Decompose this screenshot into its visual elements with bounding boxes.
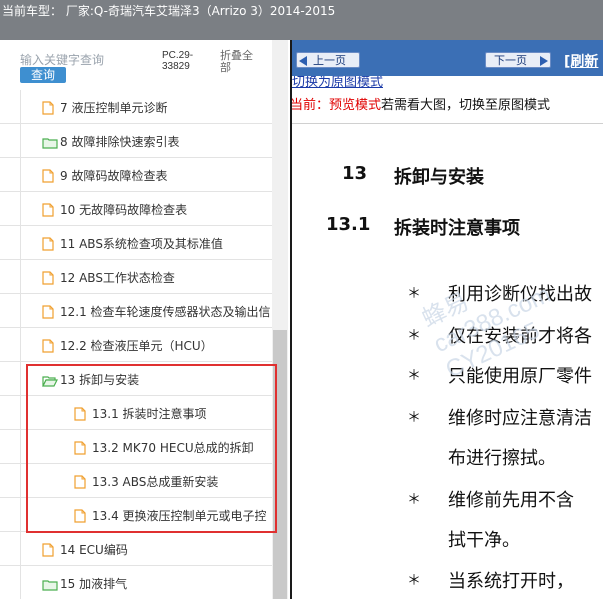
tree-item-label: 12 ABS工作状态检查	[60, 271, 175, 285]
next-page-label: 下一页	[494, 54, 527, 67]
refresh-link[interactable]: [刷新	[564, 51, 598, 71]
tree-item[interactable]: 12.1 检查车轮速度传感器状态及输出信	[0, 294, 272, 328]
tree-item-label: 11 ABS系统检查项及其标准值	[60, 237, 223, 251]
document-line: 维修时应注意清洁	[448, 408, 592, 429]
document-line: 只能使用原厂零件	[448, 366, 592, 387]
tree-item[interactable]: 10 无故障码故障检查表	[0, 192, 272, 226]
file-icon	[42, 236, 56, 251]
prev-page-label: 上一页	[313, 54, 346, 67]
tree-item-label: 15 加液排气	[60, 577, 128, 591]
section-title: 拆卸与安装	[394, 167, 484, 188]
mode-notice: 当前：预览模式若需看大图，切换至原图模式	[290, 94, 550, 113]
search-button[interactable]: 查询	[20, 67, 66, 83]
left-panel: 查询 PC.29-33829 折叠全部 7 液压控制单元诊断 8 故障排除快速索引…	[0, 40, 288, 599]
collapse-all-button[interactable]: 折叠全部	[220, 50, 260, 74]
tree-item[interactable]: 11 ABS系统检查项及其标准值	[0, 226, 272, 260]
subsection-title: 拆装时注意事项	[394, 218, 520, 239]
document-line: 维修前先用不含	[448, 490, 574, 511]
bullet-mark: ＊	[407, 328, 421, 344]
search-bar: 查询 PC.29-33829 折叠全部	[0, 40, 288, 90]
tree-item[interactable]: 8 故障排除快速索引表	[0, 124, 272, 158]
tree-item[interactable]: 12 ABS工作状态检查	[0, 260, 272, 294]
vehicle-title: 当前车型： 厂家:Q-奇瑞汽车艾瑞泽3（Arrizo 3）2014-2015	[2, 4, 336, 18]
file-icon	[42, 168, 56, 183]
tree-item-label: 12.1 检查车轮速度传感器状态及输出信	[60, 305, 271, 319]
switch-mode-link[interactable]: 切换为原图模式	[292, 76, 383, 88]
tree-item-label: 14 ECU编码	[60, 543, 128, 557]
highlight-box	[26, 364, 277, 533]
tree-item-label: 12.2 检查液压单元（HCU）	[60, 339, 213, 353]
doc-left-border	[290, 40, 292, 599]
document-line: 利用诊断仪找出故	[448, 284, 592, 305]
document-line: 仅在安装前才将各	[448, 326, 592, 347]
section-number: 13	[342, 163, 368, 184]
tree-item[interactable]: 12.2 检查液压单元（HCU）	[0, 328, 272, 362]
tree-item[interactable]: 7 液压控制单元诊断	[0, 90, 272, 124]
tree-item[interactable]: 14 ECU编码	[0, 532, 272, 566]
file-icon	[42, 304, 56, 319]
tree-item-label: 7 液压控制单元诊断	[60, 101, 168, 115]
file-icon	[42, 202, 56, 217]
next-page-button[interactable]: 下一页	[485, 52, 551, 68]
pc-code: PC.29-33829	[162, 50, 194, 72]
nav-bar: 上一页 下一页 [刷新	[290, 40, 603, 76]
document-line: 当系统打开时，	[448, 571, 574, 592]
bullet-mark: ＊	[407, 492, 421, 508]
doc-divider	[290, 123, 603, 124]
search-input[interactable]	[20, 52, 150, 68]
document-line: 布进行擦拭。	[448, 448, 556, 469]
folder-icon	[42, 134, 58, 149]
bullet-mark: ＊	[407, 573, 421, 589]
subsection-number: 13.1	[326, 214, 371, 235]
file-icon	[42, 270, 56, 285]
tree-item-label: 10 无故障码故障检查表	[60, 203, 188, 217]
title-bar: 当前车型： 厂家:Q-奇瑞汽车艾瑞泽3（Arrizo 3）2014-2015	[0, 0, 603, 40]
bullet-mark: ＊	[407, 410, 421, 426]
folder-icon	[42, 576, 58, 591]
prev-page-button[interactable]: 上一页	[296, 52, 360, 68]
document-panel: 上一页 下一页 [刷新 切换为原图模式 当前：预览模式若需看大图，切换至原图模式…	[290, 40, 603, 599]
file-icon	[42, 338, 56, 353]
bullet-mark: ＊	[407, 286, 421, 302]
tree-item[interactable]: 9 故障码故障检查表	[0, 158, 272, 192]
file-icon	[42, 100, 56, 115]
arrow-left-icon	[299, 56, 307, 66]
bullet-mark: ＊	[407, 368, 421, 384]
mode-label: 当前：预览模式	[290, 98, 382, 113]
tree-item-label: 8 故障排除快速索引表	[60, 135, 180, 149]
mode-hint: 若需看大图，切换至原图模式	[381, 98, 551, 113]
arrow-right-icon	[540, 56, 548, 66]
document-line: 拭干净。	[448, 530, 520, 551]
file-icon	[42, 542, 56, 557]
tree-item[interactable]: 15 加液排气	[0, 566, 272, 599]
tree-item-label: 9 故障码故障检查表	[60, 169, 168, 183]
